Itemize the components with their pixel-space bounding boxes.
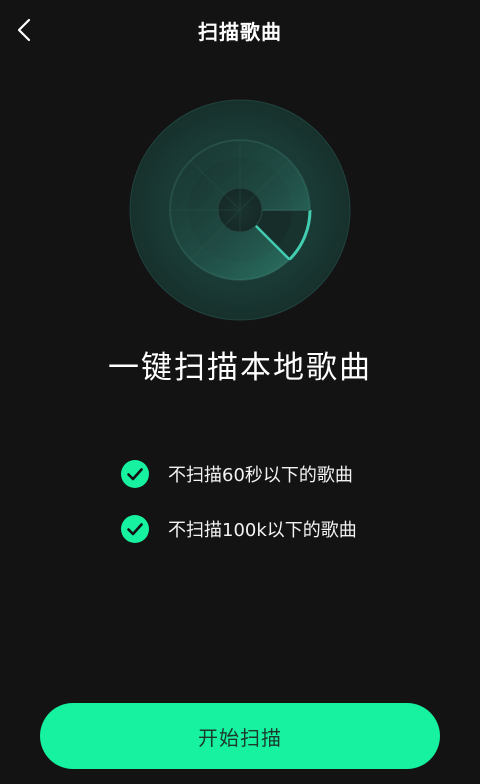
start-scan-button[interactable]: 开始扫描 — [40, 703, 440, 769]
option-skip-short-songs[interactable]: 不扫描60秒以下的歌曲 — [120, 459, 353, 489]
check-circle-icon[interactable] — [120, 459, 150, 489]
scan-songs-screen: 扫描歌曲 一键扫描本地歌曲 不扫描60秒以下的歌曲 不扫描100k以下的歌曲 开… — [0, 0, 480, 784]
option-label: 不扫描60秒以下的歌曲 — [168, 465, 353, 486]
header: 扫描歌曲 — [0, 0, 480, 60]
radar-scan-icon — [128, 98, 352, 322]
headline: 一键扫描本地歌曲 — [108, 350, 372, 386]
option-label: 不扫描100k以下的歌曲 — [168, 520, 357, 541]
page-title: 扫描歌曲 — [198, 20, 282, 44]
check-circle-icon[interactable] — [120, 514, 150, 544]
option-skip-small-files[interactable]: 不扫描100k以下的歌曲 — [120, 514, 357, 544]
